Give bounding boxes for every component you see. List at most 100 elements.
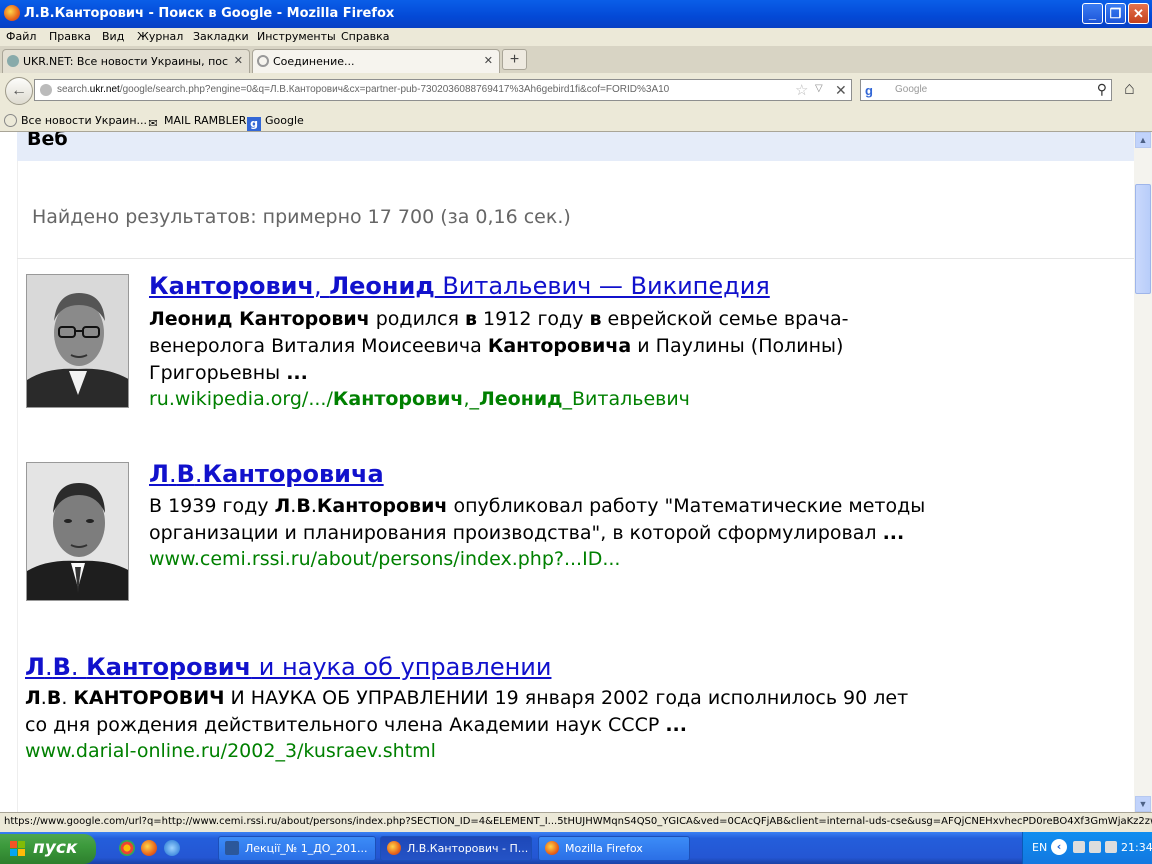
network-icon[interactable] bbox=[1073, 841, 1085, 853]
taskbar-button-word[interactable]: Лекції_№ 1_ДО_201... bbox=[218, 836, 376, 861]
windows-flag-icon bbox=[10, 841, 26, 857]
highlighted-term: Канторович bbox=[86, 653, 252, 681]
text-fragment: _Витальевич bbox=[562, 388, 690, 410]
results-stats: Найдено результатов: примерно 17 700 (за… bbox=[32, 206, 571, 228]
menu-history[interactable]: Журнал bbox=[137, 30, 183, 43]
clock: 21:34 bbox=[1121, 841, 1152, 854]
scroll-up-arrow-icon[interactable]: ▲ bbox=[1135, 132, 1151, 148]
text-fragment: ru.wikipedia.org/.../ bbox=[149, 388, 333, 410]
mail-icon: ✉ bbox=[148, 117, 158, 130]
search-input[interactable]: g Google ⚲ bbox=[860, 79, 1112, 101]
google-icon: g bbox=[247, 117, 261, 131]
tab-label: UKR.NET: Все новости Украины, после... bbox=[23, 55, 228, 68]
highlighted-term: ... bbox=[882, 522, 905, 544]
taskbar-button-label: Лекції_№ 1_ДО_201... bbox=[245, 842, 368, 855]
result-title-link[interactable]: Л.В.Канторовича bbox=[149, 460, 384, 488]
bookmark-star-icon[interactable]: ☆ bbox=[795, 81, 808, 99]
safely-remove-icon[interactable] bbox=[1089, 841, 1101, 853]
result-url[interactable]: ru.wikipedia.org/.../Канторович,_Леонид_… bbox=[149, 388, 690, 410]
result-snippet: Л.В. КАНТОРОВИЧ И НАУКА ОБ УПРАВЛЕНИИ 19… bbox=[25, 685, 908, 739]
tab-ukrnet[interactable]: UKR.NET: Все новости Украины, после... ✕ bbox=[2, 49, 250, 73]
highlighted-term: в bbox=[464, 308, 478, 330]
bookmark-ukrnet[interactable]: Все новости Украин... bbox=[4, 114, 147, 127]
text-fragment: Григорьевны bbox=[149, 362, 287, 384]
taskbar-button-label: Л.В.Канторович - П... bbox=[407, 842, 529, 855]
internet-explorer-icon[interactable] bbox=[164, 840, 180, 856]
highlighted-term: В bbox=[176, 460, 195, 488]
text-fragment: венеролога Виталия Моисеевича bbox=[149, 335, 488, 357]
tab-close-icon[interactable]: ✕ bbox=[484, 54, 493, 67]
search-icon[interactable]: ⚲ bbox=[1097, 81, 1107, 98]
text-fragment: опубликовал работу "Математические метод… bbox=[447, 495, 926, 517]
result-title-link[interactable]: Л.В. Канторович и наука об управлении bbox=[25, 653, 551, 681]
text-fragment: ,_ bbox=[463, 388, 479, 410]
taskbar-button-firefox-search[interactable]: Л.В.Канторович - П... bbox=[380, 836, 532, 861]
highlighted-term: Л bbox=[149, 460, 169, 488]
bookmark-mail-rambler[interactable]: ✉ MAIL RAMBLER bbox=[146, 114, 246, 131]
snippet-line: В 1939 году Л.В.Канторович опубликовал р… bbox=[149, 493, 925, 520]
text-fragment: . bbox=[194, 460, 203, 488]
address-bar[interactable]: search.ukr.net/google/search.php?engine=… bbox=[34, 79, 852, 101]
result-thumbnail[interactable] bbox=[26, 462, 129, 601]
text-fragment: . bbox=[61, 687, 74, 709]
menu-help[interactable]: Справка bbox=[341, 30, 389, 43]
result-snippet: В 1939 году Л.В.Канторович опубликовал р… bbox=[149, 493, 925, 547]
result-title-link[interactable]: Канторович, Леонид Витальевич — Википеди… bbox=[149, 272, 770, 300]
window-title: Л.В.Канторович - Поиск в Google - Mozill… bbox=[24, 6, 395, 21]
page-content: Веб Найдено результатов: примерно 17 700… bbox=[0, 132, 1134, 812]
menu-view[interactable]: Вид bbox=[102, 30, 124, 43]
menu-file[interactable]: Файл bbox=[6, 30, 36, 43]
snippet-line: венеролога Виталия Моисеевича Канторович… bbox=[149, 333, 849, 360]
menu-tools[interactable]: Инструменты bbox=[257, 30, 336, 43]
result-thumbnail[interactable] bbox=[26, 274, 129, 408]
url-prefix: search. bbox=[57, 84, 90, 95]
status-text: https://www.google.com/url?q=http://www.… bbox=[4, 816, 1152, 827]
back-button[interactable]: ← bbox=[5, 77, 33, 105]
text-fragment: www.darial-online.ru/2002_3/kusraev.shtm… bbox=[25, 740, 436, 762]
tab-strip: UKR.NET: Все новости Украины, после... ✕… bbox=[0, 46, 1152, 73]
globe-icon bbox=[40, 84, 52, 96]
text-fragment: . bbox=[168, 460, 177, 488]
highlighted-term: ... bbox=[286, 362, 308, 384]
highlighted-term: Канторовича bbox=[202, 460, 384, 488]
chrome-icon[interactable] bbox=[119, 840, 135, 856]
tab-close-icon[interactable]: ✕ bbox=[234, 54, 243, 67]
text-fragment: со дня рождения действительного члена Ак… bbox=[25, 714, 666, 736]
highlighted-term: Леонид bbox=[479, 388, 563, 410]
scroll-down-arrow-icon[interactable]: ▼ bbox=[1135, 796, 1151, 812]
new-tab-button[interactable]: + bbox=[502, 49, 527, 70]
firefox-icon[interactable] bbox=[141, 840, 157, 856]
text-fragment: Витальевич — Википедия bbox=[434, 272, 770, 300]
google-icon[interactable]: g bbox=[865, 83, 873, 98]
history-dropdown-icon[interactable]: ▽ bbox=[815, 83, 823, 94]
scroll-thumb[interactable] bbox=[1135, 184, 1151, 294]
close-button[interactable]: ✕ bbox=[1128, 3, 1149, 24]
search-placeholder: Google bbox=[895, 84, 928, 95]
text-fragment: и Паулины (Полины) bbox=[631, 335, 844, 357]
menu-bookmarks[interactable]: Закладки bbox=[193, 30, 249, 43]
start-button[interactable]: пуск bbox=[0, 834, 96, 864]
snippet-line: Григорьевны ... bbox=[149, 360, 849, 387]
highlighted-term: В bbox=[52, 653, 71, 681]
result-url[interactable]: www.cemi.rssi.ru/about/persons/index.php… bbox=[149, 548, 620, 570]
highlighted-term: Канторовича bbox=[487, 335, 632, 357]
highlighted-term: ... bbox=[665, 714, 687, 736]
menu-edit[interactable]: Правка bbox=[49, 30, 91, 43]
volume-icon[interactable] bbox=[1105, 841, 1117, 853]
tab-search[interactable]: Соединение... ✕ bbox=[252, 49, 500, 73]
stop-icon[interactable]: ✕ bbox=[835, 82, 847, 99]
home-icon[interactable]: ⌂ bbox=[1124, 78, 1135, 99]
taskbar-button-firefox[interactable]: Mozilla Firefox bbox=[538, 836, 690, 861]
text-fragment: www.cemi.rssi.ru/about/persons/index.php… bbox=[149, 548, 621, 570]
taskbar-button-label: Mozilla Firefox bbox=[565, 842, 643, 855]
language-indicator[interactable]: EN bbox=[1032, 841, 1047, 854]
window-title-bar[interactable]: Л.В.Канторович - Поиск в Google - Mozill… bbox=[0, 0, 1152, 28]
bookmark-google[interactable]: g Google bbox=[247, 114, 304, 131]
maximize-button[interactable]: ❐ bbox=[1105, 3, 1126, 24]
result-url[interactable]: www.darial-online.ru/2002_3/kusraev.shtm… bbox=[25, 740, 436, 762]
vertical-scrollbar[interactable]: ▲ ▼ bbox=[1134, 132, 1152, 812]
show-hidden-icons-icon[interactable]: ‹ bbox=[1051, 839, 1067, 855]
section-title: Веб bbox=[27, 132, 68, 150]
minimize-button[interactable]: _ bbox=[1082, 3, 1103, 24]
snippet-line: Леонид Канторович родился в 1912 году в … bbox=[149, 306, 849, 333]
